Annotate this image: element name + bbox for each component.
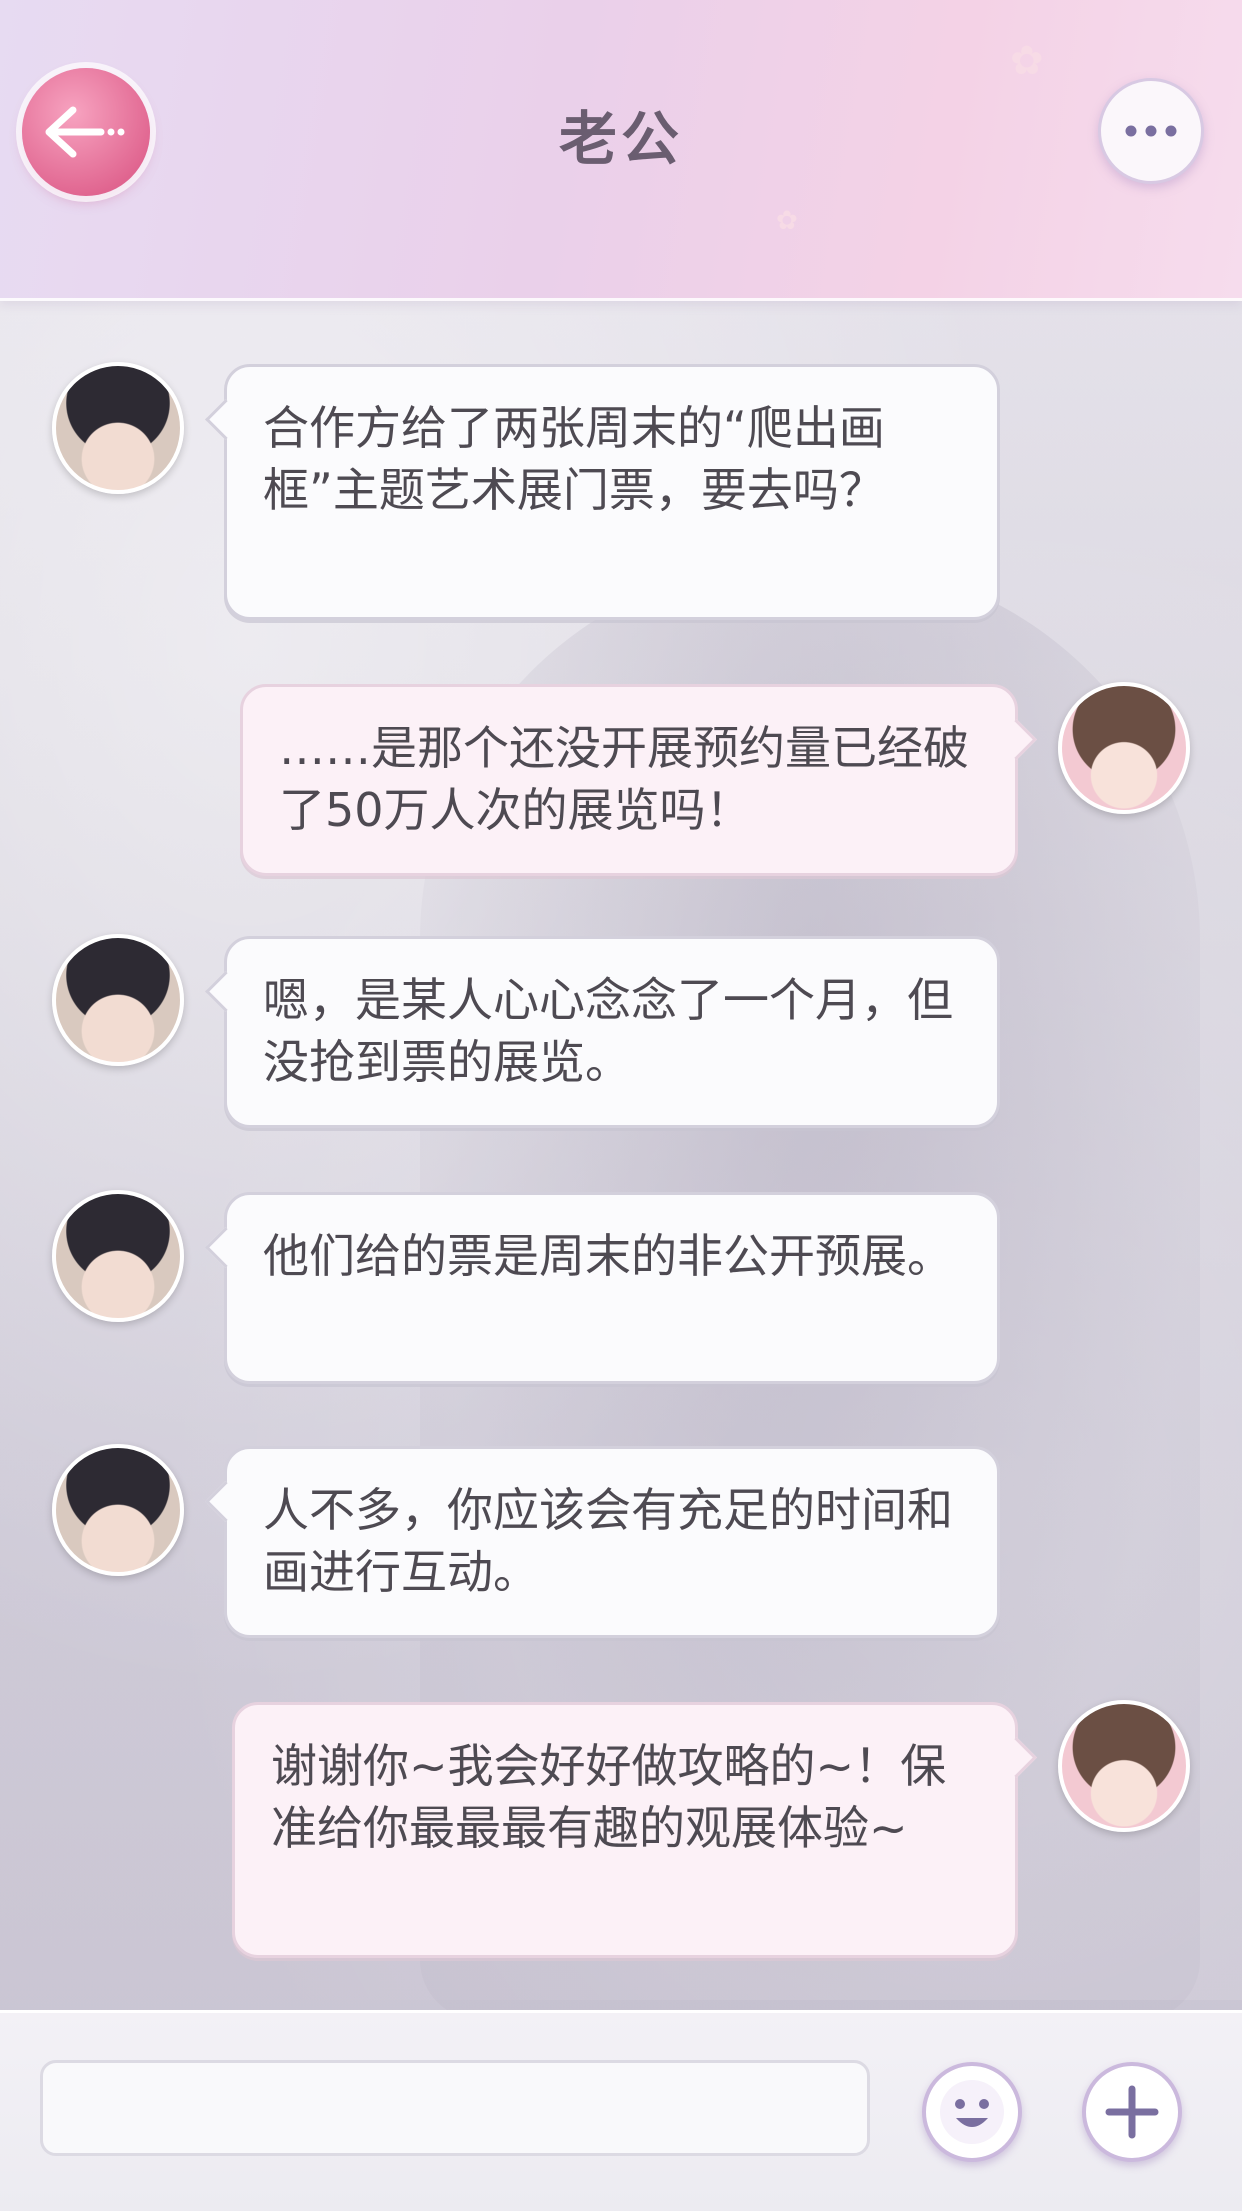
plus-icon [1105, 2085, 1159, 2139]
message-input[interactable] [40, 2060, 870, 2156]
emoji-button[interactable] [922, 2062, 1022, 2162]
contact-avatar[interactable] [52, 1190, 184, 1322]
contact-avatar[interactable] [52, 1444, 184, 1576]
sakura-decoration-icon: ✿ [1010, 38, 1044, 84]
user-avatar[interactable] [1058, 1700, 1190, 1832]
message-bubble: 人不多，你应该会有充足的时间和画进行互动。 [224, 1446, 1000, 1638]
contact-avatar[interactable] [52, 934, 184, 1066]
message-bubble: 他们给的票是周末的非公开预展。 [224, 1192, 1000, 1384]
user-avatar[interactable] [1058, 682, 1190, 814]
message-text: 人不多，你应该会有充足的时间和画进行互动。 [263, 1483, 953, 1599]
message-bubble: 合作方给了两张周末的“爬出画框”主题艺术展门票，要去吗？ [224, 364, 1000, 620]
message-bubble: ……是那个还没开展预约量已经破了50万人次的展览吗！ [240, 684, 1018, 876]
message-text: 嗯，是某人心心念念了一个月，但没抢到票的展览。 [263, 973, 953, 1089]
more-options-button[interactable] [1098, 78, 1204, 184]
ellipsis-icon [1125, 125, 1177, 137]
page-title: 老公 [558, 105, 683, 173]
plus-button[interactable] [1082, 2062, 1182, 2162]
message-bubble: 谢谢你~我会好好做攻略的~！保准给你最最最有趣的观展体验~ [232, 1702, 1018, 1958]
message-text: 合作方给了两张周末的“爬出画框”主题艺术展门票，要去吗？ [263, 401, 885, 517]
message-text: ……是那个还没开展预约量已经破了50万人次的展览吗！ [279, 721, 969, 837]
sakura-decoration-icon: ✿ [776, 206, 798, 236]
contact-avatar[interactable] [52, 362, 184, 494]
smiley-icon [940, 2080, 1004, 2144]
message-bubble: 嗯，是某人心心念念了一个月，但没抢到票的展览。 [224, 936, 1000, 1128]
message-text: 谢谢你~我会好好做攻略的~！保准给你最最最有趣的观展体验~ [271, 1739, 947, 1855]
chat-header: ✿ ✿ 老公 [0, 0, 1242, 301]
message-text: 他们给的票是周末的非公开预展。 [263, 1229, 953, 1283]
